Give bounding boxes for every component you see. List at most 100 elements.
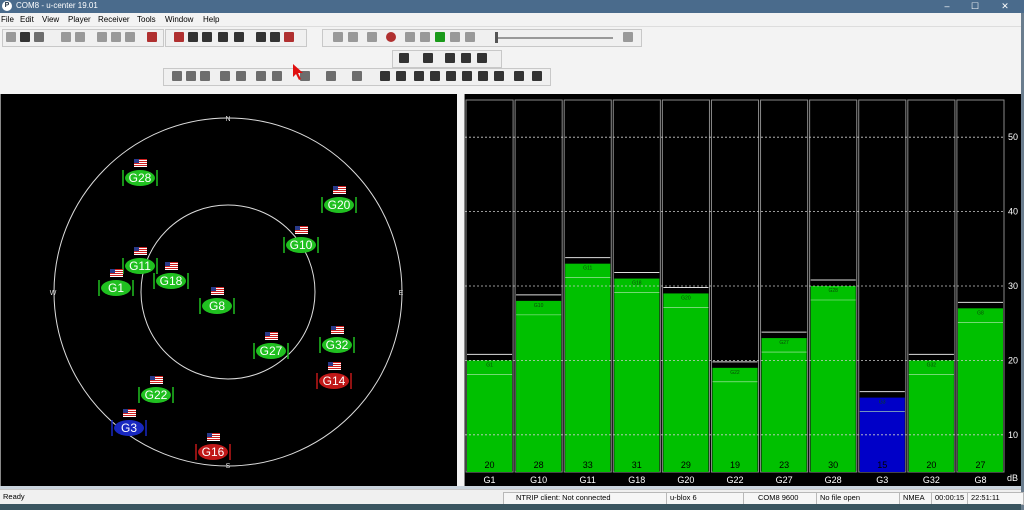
deviation-map-icon[interactable]	[352, 71, 362, 81]
signal-bar-g28[interactable]	[810, 286, 856, 472]
reset-icon[interactable]	[284, 32, 294, 42]
player-slider[interactable]	[495, 37, 613, 39]
satellite-g27[interactable]: G27	[253, 332, 289, 359]
data-view-icon[interactable]	[478, 71, 488, 81]
close-button[interactable]: ✕	[990, 0, 1020, 13]
satellite-g22[interactable]: G22	[138, 376, 174, 403]
signal-view-icon[interactable]	[446, 71, 456, 81]
open-icon[interactable]	[34, 32, 44, 42]
binary-console-icon[interactable]	[186, 71, 196, 81]
config-view-icon[interactable]	[236, 71, 246, 81]
satellite-g28[interactable]: G28	[122, 159, 158, 186]
jump-end-icon[interactable]	[623, 32, 633, 42]
pane-splitter[interactable]	[457, 90, 464, 486]
menu-receiver[interactable]: Receiver	[98, 15, 130, 24]
play-icon[interactable]	[435, 32, 445, 42]
sky-view-pane[interactable]: N S E W G28 G20 G10 G11 G1 G18 G8 G27 G32 G14 G22 G…	[0, 94, 457, 486]
menu-window[interactable]: Window	[165, 15, 193, 24]
satellite-level-icon[interactable]	[532, 71, 542, 81]
eye-icon[interactable]	[399, 53, 409, 63]
signal-bar-g8[interactable]	[957, 308, 1003, 472]
message-view-icon[interactable]	[220, 71, 230, 81]
packet-console-icon[interactable]	[172, 71, 182, 81]
world-view-icon[interactable]	[462, 71, 472, 81]
text-console-icon[interactable]	[200, 71, 210, 81]
menu-view[interactable]: View	[42, 15, 59, 24]
menu-tools[interactable]: Tools	[137, 15, 156, 24]
maximize-button[interactable]: ☐	[960, 0, 990, 13]
satellite-g11[interactable]: G11	[122, 247, 158, 274]
rewind-icon[interactable]	[405, 32, 415, 42]
cut-icon[interactable]	[97, 32, 107, 42]
signal-bar-g27[interactable]	[761, 338, 807, 472]
new-file-icon[interactable]	[6, 32, 16, 42]
wand-icon[interactable]	[445, 53, 455, 63]
satellite-label: G18	[160, 274, 183, 288]
satellite-g14[interactable]: G14	[316, 362, 352, 389]
wave-icon[interactable]	[423, 53, 433, 63]
autobaud-icon[interactable]	[202, 32, 212, 42]
us-flag-icon	[110, 269, 123, 277]
step-back-icon[interactable]	[420, 32, 430, 42]
signal-bar-g10[interactable]	[516, 300, 562, 472]
player-toolbar	[322, 29, 642, 47]
signal-bar-g11[interactable]	[565, 263, 611, 472]
compass-icon[interactable]	[396, 71, 406, 81]
minimize-button[interactable]: –	[932, 0, 962, 13]
satellite-label: G3	[121, 421, 137, 435]
satellite-label: G8	[209, 299, 225, 313]
menu-file[interactable]: File	[1, 15, 14, 24]
menu-player[interactable]: Player	[68, 15, 91, 24]
satellite-g20[interactable]: G20	[321, 186, 357, 213]
compass-north: N	[225, 116, 230, 123]
print-icon[interactable]	[61, 32, 71, 42]
signal-bar-g1[interactable]	[467, 360, 513, 472]
signal-level-pane[interactable]: G1 20 G1 G10 28 G10 G11 33 G11 G18 31 G18 G20 29 G20 G2…	[464, 94, 1021, 486]
fast-forward-icon[interactable]	[450, 32, 460, 42]
table-view-icon[interactable]	[272, 71, 282, 81]
satellite-g18[interactable]: G18	[153, 262, 189, 289]
statistic-view-icon[interactable]	[256, 71, 266, 81]
satellite-g3[interactable]: G3	[111, 409, 147, 436]
print-preview-icon[interactable]	[75, 32, 85, 42]
us-flag-icon	[328, 362, 341, 370]
signal-bar-g32[interactable]	[908, 360, 954, 472]
poll-icon[interactable]	[218, 32, 228, 42]
record-file-icon[interactable]	[147, 32, 157, 42]
record-icon[interactable]	[386, 32, 396, 42]
stop-icon[interactable]	[348, 32, 358, 42]
debug-icon[interactable]	[270, 32, 280, 42]
end-icon[interactable]	[465, 32, 475, 42]
menu-edit[interactable]: Edit	[20, 15, 34, 24]
player-slider-thumb[interactable]	[495, 32, 498, 43]
save-icon[interactable]	[20, 32, 30, 42]
altitude-view-icon[interactable]	[514, 71, 524, 81]
connection-icon[interactable]	[174, 32, 184, 42]
pause-icon[interactable]	[367, 32, 377, 42]
camera-icon[interactable]	[430, 71, 440, 81]
satellite-icon[interactable]	[461, 53, 471, 63]
sync-icon[interactable]	[234, 32, 244, 42]
signal-bar-g22[interactable]	[712, 367, 758, 472]
satellite-g32[interactable]: G32	[319, 326, 355, 353]
sky-view-icon[interactable]	[414, 71, 424, 81]
signal-bar-g18[interactable]	[614, 278, 660, 472]
docking-icon[interactable]	[380, 71, 390, 81]
menu-help[interactable]: Help	[203, 15, 219, 24]
config-icon[interactable]	[256, 32, 266, 42]
satellite-label: G11	[129, 259, 151, 273]
speed-view-icon[interactable]	[494, 71, 504, 81]
bar-category-label: G1	[484, 475, 496, 485]
antenna-icon[interactable]	[477, 53, 487, 63]
bar-inner-label: G3	[879, 400, 886, 406]
satellite-g1[interactable]: G1	[98, 269, 134, 296]
satellite-g16[interactable]: G16	[195, 433, 231, 460]
satellite-g8[interactable]: G8	[199, 287, 235, 314]
signal-bar-g20[interactable]	[663, 293, 709, 472]
paste-icon[interactable]	[125, 32, 135, 42]
satellite-label: G27	[260, 344, 283, 358]
copy-icon[interactable]	[111, 32, 121, 42]
baudrate-icon[interactable]	[188, 32, 198, 42]
histogram-view-icon[interactable]	[326, 71, 336, 81]
eject-icon[interactable]	[333, 32, 343, 42]
